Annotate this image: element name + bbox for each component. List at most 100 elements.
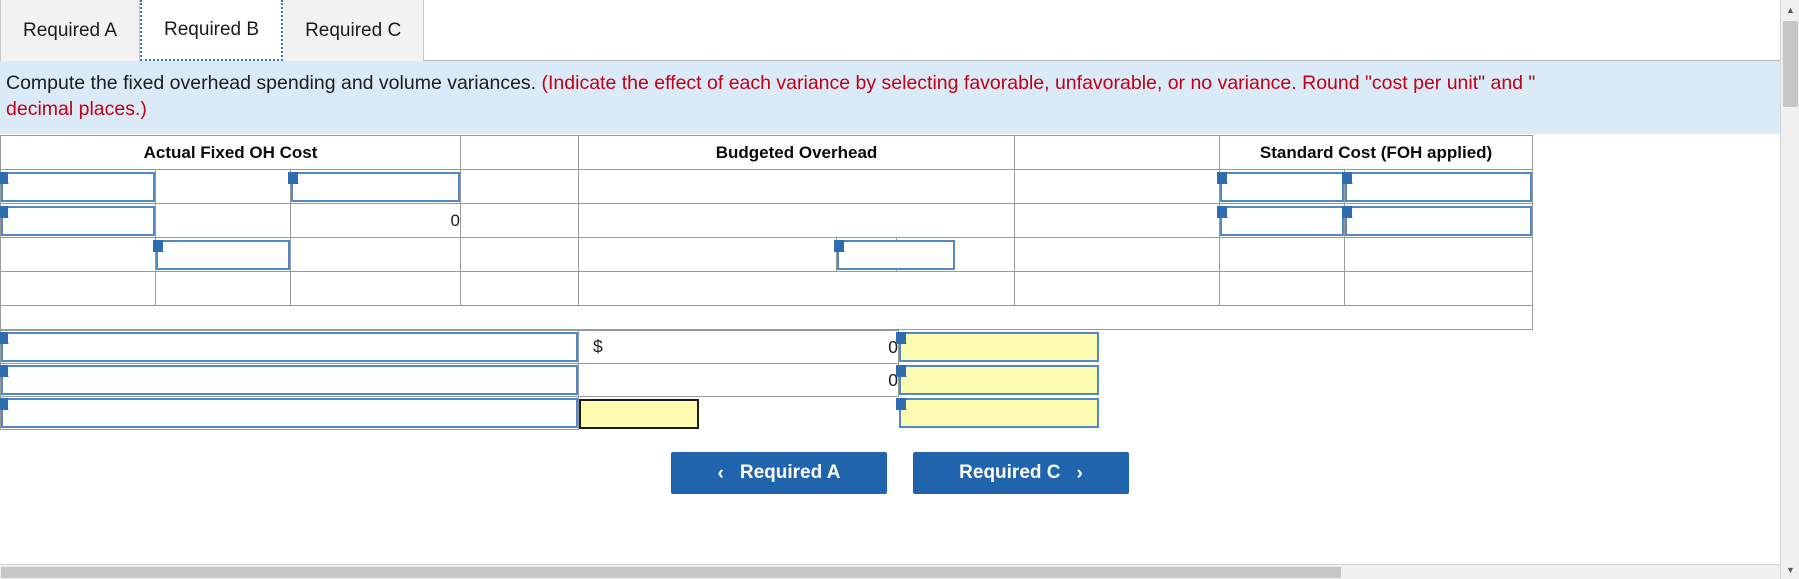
next-button-label: Required C [959, 462, 1061, 484]
tab-required-c[interactable]: Required C [283, 0, 425, 61]
instruction-line-1: Compute the fixed overhead spending and … [6, 71, 1780, 97]
variance-row-3-effect-cell [895, 396, 1518, 430]
actual-row2-total-value: 0 [289, 203, 462, 239]
actual-row3-mid-cell [153, 237, 291, 273]
standard-row2-right-cell [1342, 203, 1534, 239]
variance-row-2-effect-cell [896, 363, 1518, 397]
actual-row1-mid-cell [155, 169, 291, 205]
variance-row: 0 [0, 363, 1518, 398]
actual-row2-label-cell [0, 203, 156, 239]
input-marker-icon [0, 332, 9, 345]
budgeted-row3-mid-cell [834, 237, 956, 273]
standard-row1-right-cell [1342, 169, 1534, 205]
gap-cell-right [1014, 237, 1221, 273]
scroll-down-arrow-icon[interactable]: ▼ [1781, 560, 1799, 579]
scroll-viewport: Required A Required B Required C Compute… [0, 0, 1780, 565]
navigation-bar: ‹ Required A Required C › [0, 452, 1780, 495]
standard-row1-label-input[interactable] [1217, 171, 1345, 202]
actual-row2-label-input[interactable] [0, 205, 155, 236]
gap-cell-left [460, 237, 580, 273]
tab-required-b[interactable]: Required B [140, 0, 284, 61]
input-marker-icon [1217, 205, 1229, 218]
budgeted-row3-left-cell [578, 237, 838, 273]
input-marker-icon [1217, 171, 1229, 184]
previous-button-label: Required A [739, 462, 841, 484]
table-row [0, 237, 1534, 273]
variance-row-2-effect-input[interactable] [896, 365, 1100, 396]
standard-total-left-cell [1219, 271, 1346, 307]
table-header-row: Actual Fixed OH Cost Budgeted Overhead S… [0, 135, 1534, 171]
actual-row3-input[interactable] [153, 239, 290, 270]
variance-row-3-amount-cell [578, 396, 899, 430]
standard-row2-left-cell [1217, 203, 1346, 239]
vertical-scrollbar-thumb[interactable] [1783, 21, 1798, 107]
header-gap-left [460, 135, 580, 171]
header-standard-cost-foh-applied: Standard Cost (FOH applied) [1219, 135, 1534, 171]
table-separator-row [0, 305, 1534, 331]
variance-row-2-label-input[interactable] [0, 365, 578, 396]
budgeted-row2-cell [578, 203, 1016, 239]
budgeted-total-highlight-cell [1014, 271, 1221, 307]
tab-required-a-label: Required A [23, 19, 118, 41]
table-row [0, 169, 1534, 205]
input-marker-icon [0, 171, 9, 184]
scroll-up-arrow-icon[interactable]: ▲ [1781, 0, 1799, 19]
instruction-prompt: Compute the fixed overhead spending and … [6, 72, 537, 94]
actual-total-right-cell [289, 271, 462, 307]
tab-bar: Required A Required B Required C [0, 0, 1780, 61]
horizontal-scrollbar-thumb[interactable] [1, 567, 1341, 578]
actual-total-highlight-cell [460, 271, 580, 307]
actual-row3-right-cell [289, 237, 462, 273]
budgeted-row3-input[interactable] [834, 239, 956, 270]
input-marker-icon [834, 239, 846, 252]
gap-cell-right [1014, 169, 1221, 205]
variance-row-2-amount-cell: 0 [577, 363, 900, 398]
actual-row1-amount-input[interactable] [288, 171, 461, 202]
actual-row1-right-cell [288, 169, 462, 205]
instruction-hint-part-1: (Indicate the effect of each variance by… [541, 72, 1536, 94]
variance-row-3-amount-input[interactable] [579, 398, 699, 429]
variance-row-3-label-input[interactable] [0, 398, 578, 429]
standard-row1-amount-input[interactable] [1342, 171, 1533, 202]
variance-result-table: $ 0 0 [0, 330, 1518, 431]
budgeted-total-cell [578, 271, 1016, 307]
actual-row3-left-cell [0, 237, 156, 273]
input-marker-icon [288, 171, 299, 184]
next-required-c-button[interactable]: Required C › [913, 452, 1129, 495]
variance-row-1-effect-input[interactable] [896, 332, 1100, 363]
variance-row-1-effect-cell [896, 330, 1518, 364]
table-totals-row [0, 271, 1534, 307]
standard-row1-left-cell [1217, 169, 1346, 205]
vertical-scrollbar[interactable]: ▲ ▼ [1780, 0, 1799, 579]
gap-cell-left [460, 203, 580, 239]
variance-row-1-label-input[interactable] [0, 332, 578, 363]
input-marker-icon [153, 239, 164, 252]
input-marker-icon [0, 365, 9, 378]
variance-row-3-effect-input[interactable] [895, 398, 1099, 429]
worksheet-page: Required A Required B Required C Compute… [0, 0, 1799, 579]
header-gap-right [1014, 135, 1221, 171]
standard-row2-label-input[interactable] [1217, 205, 1345, 236]
actual-total-mid-cell [155, 271, 291, 307]
chevron-left-icon: ‹ [717, 462, 724, 484]
standard-row2-amount-input[interactable] [1342, 205, 1533, 236]
standard-row3-left-cell [1219, 237, 1346, 273]
input-marker-icon [0, 398, 9, 411]
input-marker-icon [0, 205, 9, 218]
variance-computation-table: Actual Fixed OH Cost Budgeted Overhead S… [0, 135, 1534, 331]
variance-row-2-amount-value: 0 [888, 369, 899, 390]
instruction-banner: Compute the fixed overhead spending and … [0, 61, 1780, 136]
horizontal-scrollbar[interactable] [0, 564, 1780, 579]
tab-bar-filler [424, 0, 1780, 60]
actual-row1-label-input[interactable] [0, 171, 155, 202]
variance-row-2-label-cell [0, 363, 579, 398]
actual-row1-label-cell [0, 169, 156, 205]
tab-required-c-label: Required C [305, 19, 402, 41]
chevron-right-icon: › [1076, 462, 1083, 484]
separator-cell [0, 305, 1534, 331]
standard-total-right-cell [1344, 271, 1534, 307]
tab-required-a[interactable]: Required A [0, 0, 141, 61]
variance-row [0, 396, 1518, 431]
previous-required-a-button[interactable]: ‹ Required A [671, 452, 887, 495]
variance-row-1-amount-value: 0 [888, 336, 899, 357]
